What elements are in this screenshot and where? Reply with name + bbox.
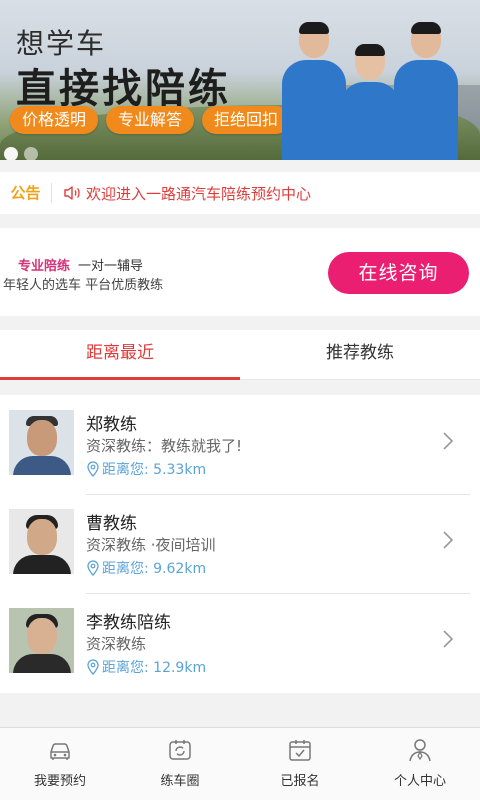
banner-coaches-photo [282,22,462,160]
location-pin-icon [87,659,99,675]
bottom-tab-bar: 我要预约 练车圈 已报名 个人中心 [0,727,480,800]
notice-tag: 公告 [0,183,52,203]
avatar [9,608,74,673]
list-item[interactable]: 曹教练 资深教练 ·夜间培训 距离您: 9.62km [0,494,480,593]
list-item[interactable]: 李教练陪练 资深教练 距离您: 12.9km [0,593,480,692]
tabbar-label: 已报名 [280,774,320,789]
coach-tabs: 距离最近 推荐教练 [0,330,480,380]
user-icon [409,739,431,762]
tabbar-item-circle[interactable]: 练车圈 [120,728,240,800]
consult-tagline: 年轻人的选车 平台优质教练 [3,278,164,293]
tabbar-label: 个人中心 [393,774,446,789]
coach-name: 曹教练 [86,514,137,534]
consult-highlight: 专业陪练 [18,259,71,274]
coach-desc: 资深教练：教练就我了! [86,437,243,455]
online-consult-button[interactable]: 在线咨询 [328,252,469,294]
notice-bar[interactable]: 公告 欢迎进入一路通汽车陪练预约中心 [0,172,480,214]
coach-distance: 距离您: 5.33km [86,459,206,479]
coach-distance: 距离您: 12.9km [86,657,206,677]
location-pin-icon [87,461,99,477]
tabbar-item-profile[interactable]: 个人中心 [360,728,480,800]
location-pin-icon [87,560,99,576]
coach-desc: 资深教练 [86,635,147,653]
coach-name: 郑教练 [86,415,137,435]
promo-banner[interactable]: 想学车 直接找陪练 价格透明 专业解答 拒绝回扣 [0,0,480,160]
car-icon [50,743,70,760]
banner-pill-answer: 专业解答 [106,106,195,134]
speaker-icon [64,186,80,200]
banner-pill-price: 价格透明 [10,106,99,134]
carousel-dot-2[interactable] [24,147,38,160]
coach-distance-text: 距离您: 5.33km [102,462,207,478]
avatar [9,410,74,475]
banner-pill-kickback: 拒绝回扣 [202,106,291,134]
chevron-right-icon [443,630,454,648]
tabbar-item-registered[interactable]: 已报名 [240,728,360,800]
app-page: 想学车 直接找陪练 价格透明 专业解答 拒绝回扣 公告 欢迎进入一路通汽车陪练预… [0,0,480,800]
carousel-dot-1[interactable] [4,147,18,160]
banner-pills: 价格透明 专业解答 拒绝回扣 [10,106,291,134]
circle-chat-icon [169,740,191,760]
notice-text: 欢迎进入一路通汽车陪练预约中心 [86,184,312,203]
consult-subtitle: 一对一辅导 [78,259,144,274]
tabbar-label: 练车圈 [160,774,200,789]
tab-recommended[interactable]: 推荐教练 [240,330,480,379]
coach-distance-text: 距离您: 12.9km [102,660,207,676]
carousel-dots [4,147,38,160]
tab-nearest[interactable]: 距离最近 [0,330,240,380]
coach-desc: 资深教练 ·夜间培训 [86,536,216,554]
coach-distance: 距离您: 9.62km [86,558,206,578]
coach-name: 李教练陪练 [86,613,171,633]
banner-person-middle [340,44,400,160]
consult-headline: 专业陪练 一对一辅导 [18,255,143,274]
coach-distance-text: 距离您: 9.62km [102,561,207,577]
tabbar-label: 我要预约 [33,774,86,789]
chevron-right-icon [443,531,454,549]
avatar [9,509,74,574]
coach-list: 郑教练 资深教练：教练就我了! 距离您: 5.33km 曹教练 资深教练 ·夜间… [0,395,480,693]
list-item[interactable]: 郑教练 资深教练：教练就我了! 距离您: 5.33km [0,395,480,494]
tabbar-item-booking[interactable]: 我要预约 [0,728,120,800]
banner-person-right [394,22,458,160]
chevron-right-icon [443,432,454,450]
calendar-check-icon [289,740,311,761]
banner-person-left [282,22,346,160]
